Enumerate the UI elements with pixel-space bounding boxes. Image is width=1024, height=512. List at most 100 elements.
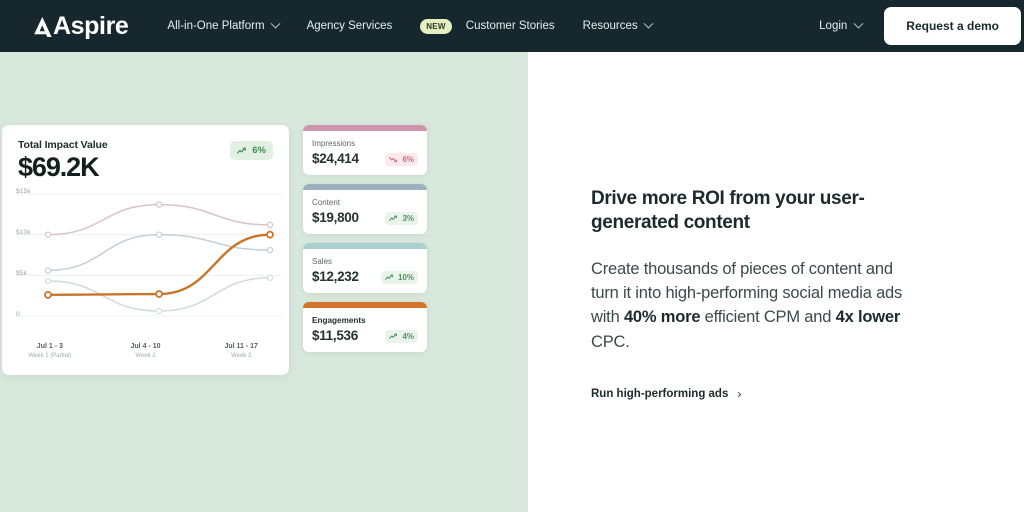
- chart-point-sales: [155, 307, 163, 315]
- x-axis-category-2: Jul 11 - 17 Week 3: [193, 343, 289, 359]
- aspire-logo[interactable]: Aspire: [33, 11, 129, 41]
- card-title: Total Impact Value: [18, 139, 108, 151]
- body-bold-4x-lower: 4x lower: [835, 308, 901, 327]
- nav-item-label: Agency Services: [306, 20, 393, 32]
- metric-change-label: 6%: [402, 155, 414, 164]
- x-axis-label: Jul 11 - 17: [224, 343, 258, 350]
- chart-point-engagements: [266, 230, 274, 239]
- x-axis-category-1: Jul 4 - 10 Week 2: [98, 343, 194, 359]
- metric-change-label: 10%: [397, 273, 414, 282]
- nav-item-label: All-in-One Platform: [167, 20, 265, 32]
- page-root: Aspire All-in-One Platform Agency Servic…: [0, 0, 1024, 512]
- body-bold-40-more: 40% more: [623, 308, 701, 327]
- chart-point-sales: [44, 277, 52, 285]
- x-axis-sublabel: Week 1 (Partial): [28, 353, 72, 359]
- metric-card-body: Engagements $11,536 4%: [303, 308, 427, 352]
- nav-item-resources[interactable]: Resources: [569, 18, 666, 32]
- metric-label: Content: [312, 198, 341, 207]
- metric-value: $24,414: [312, 151, 359, 166]
- metric-trend-badge: 10%: [380, 271, 418, 284]
- metric-card-content[interactable]: Content $19,800 3%: [303, 184, 427, 234]
- metric-value: $11,536: [312, 328, 358, 343]
- top-navigation-bar: Aspire All-in-One Platform Agency Servic…: [0, 0, 1024, 52]
- logo-wordmark: Aspire: [53, 11, 129, 40]
- chart-point-engagements: [155, 290, 163, 298]
- metric-trend-badge: 3%: [385, 212, 418, 225]
- x-axis-category-0: Jul 1 - 3 Week 1 (Partial): [2, 343, 98, 359]
- nav-item-agency-services[interactable]: Agency Services: [293, 20, 407, 32]
- impact-line-chart: $15k $10k $5k 0: [2, 188, 289, 338]
- card-header: Total Impact Value $69.2K 6%: [18, 139, 273, 183]
- card-value: $69.2K: [18, 152, 100, 182]
- metric-trend-badge: 6%: [385, 153, 418, 166]
- nav-menu: All-in-One Platform Agency Services NEW …: [153, 18, 666, 34]
- chevron-down-icon: [643, 18, 654, 29]
- metric-change-label: 4%: [402, 332, 414, 341]
- x-axis-sublabel: Week 3: [231, 353, 252, 359]
- logo-mark-icon: [33, 16, 52, 37]
- page-title: Drive more ROI from your user-generated …: [591, 188, 865, 234]
- chart-point-content: [44, 267, 52, 274]
- metric-row: $19,800 3%: [312, 210, 418, 225]
- metric-value: $19,800: [312, 210, 359, 225]
- metric-card-body: Content $19,800 3%: [303, 190, 427, 234]
- chevron-down-icon: [853, 18, 864, 29]
- metric-card-engagements[interactable]: Engagements $11,536 4%: [303, 302, 427, 352]
- x-axis-sublabel: Week 2: [135, 353, 156, 359]
- x-axis-labels: Jul 1 - 3 Week 1 (Partial) Jul 4 - 10 We…: [2, 343, 289, 359]
- metric-row: $12,232 10%: [312, 269, 418, 284]
- chevron-right-icon: ›: [737, 387, 742, 402]
- chart-point-content: [155, 231, 163, 238]
- cta-label: Run high-performing ads: [591, 388, 729, 401]
- request-a-demo-button[interactable]: Request a demo: [884, 7, 1021, 45]
- y-axis-tick-15k: $15k: [16, 188, 31, 195]
- metric-card-sales[interactable]: Sales $12,232 10%: [303, 243, 427, 293]
- hero-visual-panel: Total Impact Value $69.2K 6% $15k $10k $…: [0, 52, 528, 512]
- run-high-performing-ads-link[interactable]: Run high-performing ads ›: [591, 387, 741, 401]
- hero-section: Total Impact Value $69.2K 6% $15k $10k $…: [0, 52, 1024, 512]
- chevron-down-icon: [270, 18, 281, 29]
- chart-line-content: [47, 233, 271, 272]
- x-axis-label: Jul 4 - 10: [130, 343, 161, 350]
- nav-item-label: Resources: [582, 20, 638, 32]
- metric-row: $11,536 4%: [312, 328, 418, 343]
- x-axis-label: Jul 1 - 3: [36, 343, 63, 350]
- metric-cards-list: Impressions $24,414 6% Content $19,800 3% Sale…: [303, 125, 427, 361]
- new-badge: NEW: [420, 18, 452, 34]
- login-menu[interactable]: Login: [819, 18, 864, 32]
- metric-row: $24,414 6%: [312, 151, 418, 166]
- y-axis-tick-5k: $5k: [16, 270, 27, 277]
- trend-badge-label: 6%: [252, 145, 266, 156]
- metric-label: Impressions: [312, 139, 356, 148]
- card-header-text: Total Impact Value $69.2K: [18, 139, 108, 183]
- metric-value: $12,232: [312, 269, 359, 284]
- trend-up-icon: [389, 215, 398, 221]
- hero-copy: Drive more ROI from your user-generated …: [591, 187, 911, 402]
- chart-plot-area: [16, 193, 282, 317]
- y-axis-tick-0: 0: [16, 311, 20, 318]
- metric-card-body: Impressions $24,414 6%: [303, 131, 427, 175]
- hero-copy-panel: Drive more ROI from your user-generated …: [528, 52, 1024, 512]
- trend-down-icon: [389, 157, 398, 163]
- metric-label: Engagements: [312, 316, 366, 325]
- chart-point-impressions: [266, 221, 274, 229]
- metric-card-impressions[interactable]: Impressions $24,414 6%: [303, 125, 427, 175]
- trend-up-icon: [389, 333, 398, 339]
- y-axis-tick-10k: $10k: [16, 229, 31, 236]
- hero-description: Create thousands of pieces of content an…: [591, 257, 911, 355]
- chart-point-impressions: [44, 231, 52, 238]
- metric-label: Sales: [312, 257, 333, 266]
- chart-point-sales: [266, 274, 274, 281]
- nav-item-all-in-one-platform[interactable]: All-in-One Platform: [153, 18, 292, 32]
- chart-point-impressions: [155, 201, 163, 208]
- chart-point-engagements: [44, 290, 52, 299]
- chart-point-content: [266, 246, 274, 254]
- trend-up-icon: [237, 147, 247, 154]
- login-label: Login: [819, 20, 848, 32]
- nav-item-customer-stories[interactable]: NEW Customer Stories: [406, 18, 568, 34]
- metric-change-label: 3%: [402, 214, 414, 223]
- total-impact-value-card: Total Impact Value $69.2K 6% $15k $10k $…: [2, 125, 289, 375]
- trend-up-icon: [385, 274, 394, 280]
- total-impact-trend-badge: 6%: [230, 141, 273, 160]
- nav-right-group: Login Request a demo: [819, 7, 1024, 45]
